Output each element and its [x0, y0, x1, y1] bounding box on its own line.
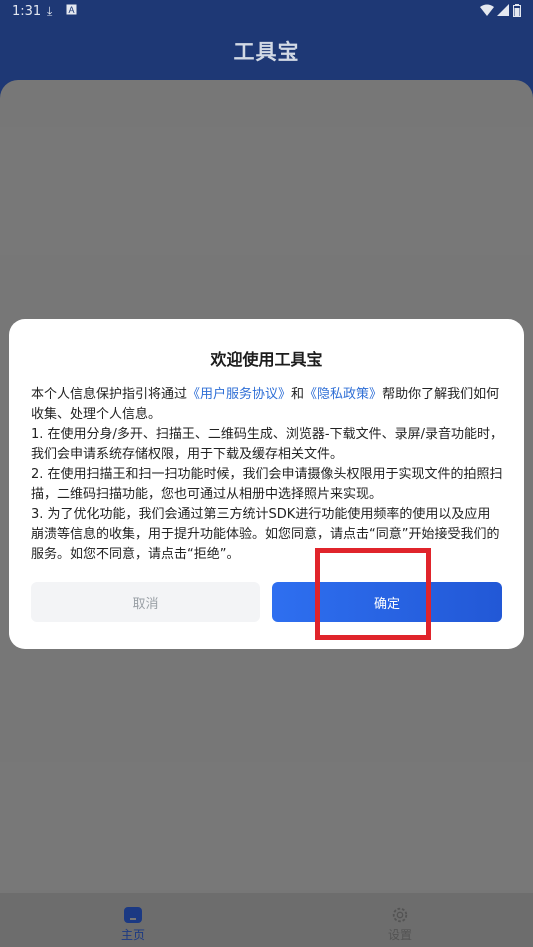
dialog-title: 欢迎使用工具宝: [210, 350, 323, 369]
intro-prefix: 本个人信息保护指引将通过: [31, 387, 188, 402]
dialog-intro: 本个人信息保护指引将通过《用户服务协议》和《隐私政策》帮助你了解我们如何收集、处…: [31, 385, 503, 425]
dialog-body: 本个人信息保护指引将通过《用户服务协议》和《隐私政策》帮助你了解我们如何收集、处…: [31, 385, 503, 565]
dialog-item-2: 2. 在使用扫描王和扫一扫功能时候，我们会申请摄像头权限用于实现文件的拍照扫描，…: [31, 467, 503, 502]
user-agreement-link[interactable]: 《用户服务协议》: [187, 387, 291, 402]
cancel-button[interactable]: 取消: [31, 582, 260, 622]
privacy-dialog: 欢迎使用工具宝 本个人信息保护指引将通过《用户服务协议》和《隐私政策》帮助你了解…: [9, 319, 524, 649]
privacy-policy-link[interactable]: 《隐私政策》: [304, 387, 382, 402]
and-text: 和: [291, 387, 305, 402]
dialog-item-1: 1. 在使用分身/多开、扫描王、二维码生成、浏览器-下载文件、录屏/录音功能时，…: [31, 427, 503, 462]
highlight-annotation-box: [315, 548, 431, 640]
dialog-item-3: 3. 为了优化功能，我们会通过第三方统计SDK进行功能使用频率的使用以及应用崩溃…: [31, 507, 500, 562]
